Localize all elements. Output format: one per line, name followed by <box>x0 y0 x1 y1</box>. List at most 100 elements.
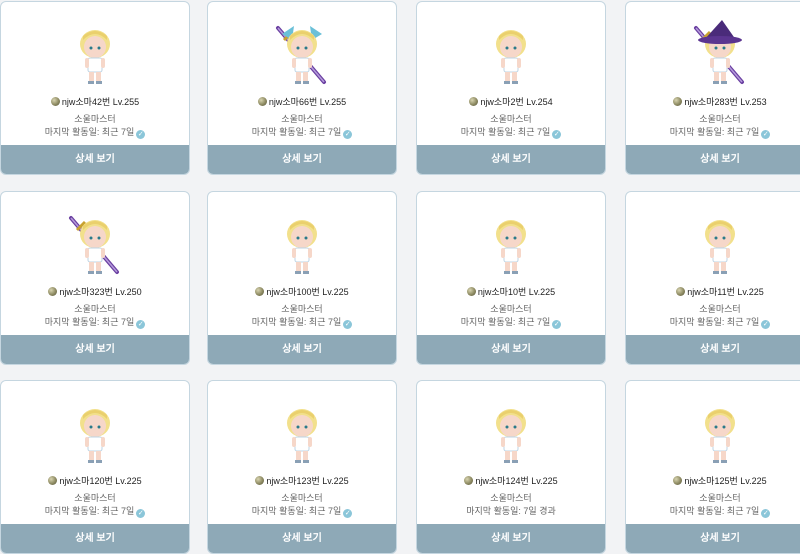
character-avatar <box>688 210 752 280</box>
world-icon <box>673 97 683 106</box>
character-card: njw소마2번 Lv.254 소울마스터 마지막 활동일: 최근 7일 ✓ 상세 보기 <box>416 1 606 175</box>
last-active-text: 마지막 활동일: 최근 7일 <box>251 127 342 137</box>
character-name-row: njw소마123번 Lv.225 <box>208 474 396 487</box>
character-card: njw소마66번 Lv.255 소울마스터마지막 활동일: 최근 7일 ✓ 상세 보기 <box>207 1 397 175</box>
character-grid: njw소마42번 Lv.255 소울마스터 마지막 활동일: 최근 7일 ✓ 상세 보기… <box>0 0 800 554</box>
last-active: 마지막 활동일: 최근 7일 ✓ <box>208 315 396 329</box>
detail-button[interactable]: 상세 보기 <box>208 524 396 553</box>
character-name: njw소마123번 <box>266 476 320 486</box>
character-avatar <box>479 20 543 90</box>
last-active-text: 마지막 활동일: 최근 7일 <box>44 127 135 137</box>
active-check-icon: ✓ <box>136 509 146 518</box>
active-check-icon: ✓ <box>761 509 771 518</box>
character-level: Lv.250 <box>115 287 142 297</box>
last-active: 마지막 활동일: 최근 7일 ✓ <box>626 315 800 329</box>
detail-button[interactable]: 상세 보기 <box>208 335 396 364</box>
character-avatar <box>479 399 543 469</box>
character-name: njw소마42번 <box>61 97 111 107</box>
character-level: Lv.225 <box>737 287 764 297</box>
detail-button[interactable]: 상세 보기 <box>1 335 189 364</box>
character-level: Lv.254 <box>526 97 553 107</box>
active-check-icon: ✓ <box>343 130 353 139</box>
character-name-row: njw소마66번 Lv.255 <box>208 95 396 108</box>
character-name-row: njw소마100번 Lv.225 <box>208 285 396 298</box>
character-avatar <box>688 399 752 469</box>
character-name-row: njw소마125번 Lv.225 <box>626 474 800 487</box>
character-name: njw소마125번 <box>684 476 738 486</box>
active-check-icon: ✓ <box>343 509 353 518</box>
detail-button[interactable]: 상세 보기 <box>417 335 605 364</box>
character-avatar <box>270 399 334 469</box>
character-avatar <box>63 20 127 90</box>
character-card: njw소마10번 Lv.225 소울마스터 마지막 활동일: 최근 7일 ✓ 상세 보기 <box>416 191 606 365</box>
character-avatar <box>63 210 127 280</box>
character-avatar <box>688 20 752 90</box>
character-avatar <box>270 20 334 90</box>
last-active-text: 마지막 활동일: 최근 7일 <box>44 317 135 327</box>
character-level: Lv.253 <box>740 97 767 107</box>
last-active: 마지막 활동일: 최근 7일 ✓ <box>1 315 189 329</box>
last-active: 마지막 활동일: 최근 7일 ✓ <box>626 504 800 518</box>
world-icon <box>255 287 265 296</box>
character-card: njw소마125번 Lv.225 소울마스터 마지막 활동일: 최근 7일 ✓ 상세 보… <box>625 380 800 554</box>
last-active-text: 마지막 활동일: 최근 7일 <box>460 127 551 137</box>
character-name: njw소마11번 <box>687 287 735 297</box>
detail-button[interactable]: 상세 보기 <box>626 524 800 553</box>
world-icon <box>464 476 474 485</box>
character-name: njw소마323번 <box>59 287 113 297</box>
detail-button[interactable]: 상세 보기 <box>208 145 396 174</box>
detail-button[interactable]: 상세 보기 <box>417 145 605 174</box>
character-level: Lv.225 <box>322 476 349 486</box>
character-name-row: njw소마120번 Lv.225 <box>1 474 189 487</box>
character-job: 소울마스터 <box>74 304 116 314</box>
last-active: 마지막 활동일: 최근 7일 ✓ <box>1 125 189 139</box>
character-card: njw소마42번 Lv.255 소울마스터 마지막 활동일: 최근 7일 ✓ 상세 보기 <box>0 1 190 175</box>
last-active: 마지막 활동일: 최근 7일 ✓ <box>417 125 605 139</box>
last-active-text: 마지막 활동일: 최근 7일 <box>669 506 760 516</box>
character-avatar <box>479 210 543 280</box>
detail-button[interactable]: 상세 보기 <box>417 524 605 553</box>
last-active-text: 마지막 활동일: 최근 7일 <box>669 317 760 327</box>
character-job: 소울마스터 <box>281 114 323 124</box>
last-active: 마지막 활동일: 최근 7일 ✓ <box>626 125 800 139</box>
detail-button[interactable]: 상세 보기 <box>626 145 800 174</box>
detail-button[interactable]: 상세 보기 <box>1 145 189 174</box>
world-icon <box>257 97 267 106</box>
character-job: 소울마스터 <box>281 493 323 503</box>
world-icon <box>255 476 265 485</box>
active-check-icon: ✓ <box>761 130 771 139</box>
character-job: 소울마스터 <box>699 493 741 503</box>
world-icon <box>469 97 479 106</box>
character-name-row: njw소마42번 Lv.255 <box>1 95 189 108</box>
world-icon <box>676 287 686 296</box>
character-level: Lv.225 <box>740 476 767 486</box>
character-level: Lv.225 <box>115 476 142 486</box>
character-job: 소울마스터 <box>490 304 532 314</box>
character-name-row: njw소마124번 Lv.225 <box>417 474 605 487</box>
character-card: njw소마100번 Lv.225 소울마스터 마지막 활동일: 최근 7일 ✓ 상세 보… <box>207 191 397 365</box>
active-check-icon: ✓ <box>136 320 146 329</box>
character-job: 소울마스터 <box>699 304 741 314</box>
character-name-row: njw소마323번 Lv.250 <box>1 285 189 298</box>
character-job: 소울마스터 <box>490 493 532 503</box>
character-name: njw소마120번 <box>59 476 113 486</box>
character-job: 소울마스터 <box>281 304 323 314</box>
detail-button[interactable]: 상세 보기 <box>626 335 800 364</box>
world-icon <box>466 287 476 296</box>
last-active-text: 마지막 활동일: 최근 7일 <box>669 127 760 137</box>
last-active-text: 마지막 활동일: 7일 경과 <box>466 506 556 516</box>
last-active-text: 마지막 활동일: 최근 7일 <box>251 317 342 327</box>
detail-button[interactable]: 상세 보기 <box>1 524 189 553</box>
character-level: Lv.255 <box>112 97 140 107</box>
character-avatar <box>270 210 334 280</box>
world-icon <box>48 287 58 296</box>
last-active: 마지막 활동일: 최근 7일 ✓ <box>208 504 396 518</box>
last-active: 마지막 활동일: 7일 경과 <box>417 504 605 517</box>
character-card: njw소마120번 Lv.225 소울마스터 마지막 활동일: 최근 7일 ✓ 상세 보… <box>0 380 190 554</box>
character-level: Lv.255 <box>319 97 347 107</box>
character-card: njw소마323번 Lv.250 소울마스터 마지막 활동일: 최근 7일 ✓ 상세 보… <box>0 191 190 365</box>
active-check-icon: ✓ <box>761 320 771 329</box>
character-job: 소울마스터 <box>74 114 116 124</box>
character-card: njw소마124번 Lv.225 소울마스터마지막 활동일: 7일 경과상세 보기 <box>416 380 606 554</box>
world-icon <box>673 476 683 485</box>
